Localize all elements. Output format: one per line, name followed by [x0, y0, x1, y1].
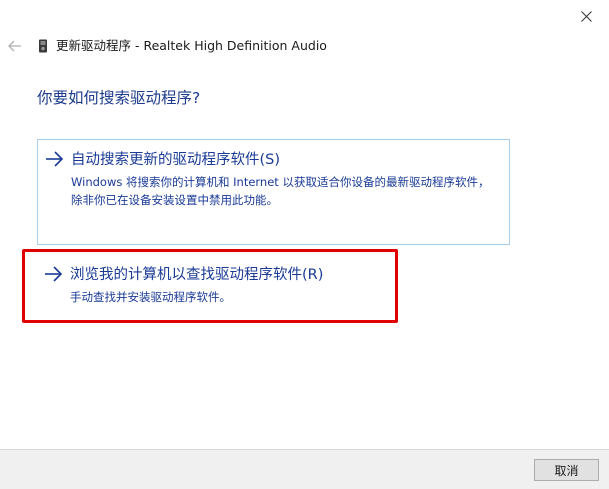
- page-heading: 你要如何搜索驱动程序?: [37, 89, 201, 107]
- close-button[interactable]: [563, 0, 609, 32]
- browse-computer-option[interactable]: 浏览我的计算机以查找驱动程序软件(R) 手动查找并安装驱动程序软件。: [37, 255, 397, 311]
- wizard-title: 更新驱动程序 - Realtek High Definition Audio: [56, 38, 327, 53]
- back-arrow-icon: [8, 40, 21, 52]
- audio-device-icon: [39, 39, 47, 53]
- dialog-footer: [0, 449, 609, 489]
- browse-computer-title: 浏览我的计算机以查找驱动程序软件(R): [70, 267, 324, 283]
- browse-computer-description: 手动查找并安装驱动程序软件。: [70, 290, 231, 304]
- cancel-button[interactable]: 取消: [534, 459, 599, 481]
- back-button[interactable]: [4, 36, 26, 56]
- auto-search-description: Windows 将搜索你的计算机和 Internet 以获取适合你设备的最新驱动…: [71, 175, 490, 207]
- arrow-right-icon: [46, 151, 64, 167]
- auto-search-option[interactable]: 自动搜索更新的驱动程序软件(S) Windows 将搜索你的计算机和 Inter…: [37, 139, 510, 245]
- auto-search-title: 自动搜索更新的驱动程序软件(S): [71, 152, 281, 168]
- close-icon: [580, 10, 592, 22]
- arrow-right-icon: [45, 266, 63, 282]
